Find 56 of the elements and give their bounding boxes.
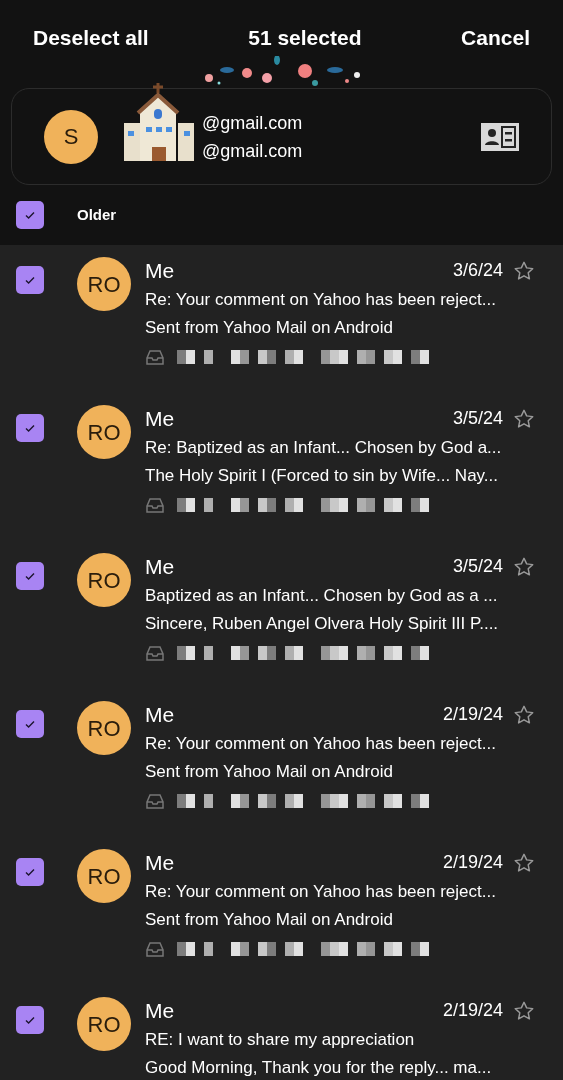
checkbox[interactable]: [16, 858, 44, 886]
inbox-icon: [145, 644, 165, 662]
sender-avatar: RO: [77, 701, 131, 755]
message-date: 2/19/24: [442, 999, 503, 1022]
cancel-button[interactable]: Cancel: [461, 22, 530, 54]
star-icon[interactable]: [513, 999, 535, 1022]
star-icon[interactable]: [513, 407, 535, 430]
sender-avatar: RO: [77, 405, 131, 459]
message-date: 3/6/24: [452, 259, 503, 282]
message-date: 3/5/24: [452, 555, 503, 578]
message-preview: The Holy Spirit I (Forced to sin by Wife... Nay...: [145, 465, 499, 487]
message-subject: RE: I want to share my appreciation: [145, 1029, 416, 1051]
message-subject: Re: Your comment on Yahoo has been reject...: [145, 881, 497, 903]
star-icon[interactable]: [513, 555, 535, 578]
checkbox[interactable]: [16, 562, 44, 590]
account-avatar: S: [44, 109, 98, 164]
checkbox[interactable]: [16, 266, 44, 294]
message-preview: Good Morning, Thank you for the reply... ma...: [145, 1057, 493, 1079]
message-preview: Sincere, Ruben Angel Olvera Holy Spirit III P....: [145, 613, 500, 635]
account-email: @gmail.com: [202, 139, 303, 163]
deselect-all-button[interactable]: Deselect all: [33, 22, 149, 54]
sender-name: Me: [145, 701, 175, 728]
sender-name: Me: [145, 405, 175, 432]
sender-name: Me: [145, 997, 175, 1024]
section-heading: Older: [77, 204, 117, 225]
message-preview: Sent from Yahoo Mail on Android: [145, 761, 394, 783]
checkbox[interactable]: [16, 201, 44, 229]
inbox-icon: [145, 940, 165, 958]
message-date: 2/19/24: [442, 851, 503, 874]
star-icon[interactable]: [513, 259, 535, 282]
message-date: 2/19/24: [442, 703, 503, 726]
message-subject: Re: Your comment on Yahoo has been reject...: [145, 289, 497, 311]
message-preview: Sent from Yahoo Mail on Android: [145, 909, 394, 931]
message-date: 3/5/24: [452, 407, 503, 430]
inbox-icon: [145, 348, 165, 366]
sender-avatar: RO: [77, 553, 131, 607]
checkbox[interactable]: [16, 710, 44, 738]
message-subject: Re: Your comment on Yahoo has been reject...: [145, 733, 497, 755]
inbox-icon: [145, 792, 165, 810]
star-icon[interactable]: [513, 703, 535, 726]
checkbox[interactable]: [16, 1006, 44, 1034]
message-subject: Re: Baptized as an Infant... Chosen by God a...: [145, 437, 503, 459]
contact-card-icon[interactable]: [481, 122, 519, 151]
sender-name: Me: [145, 553, 175, 580]
selection-count: 51 selected: [248, 25, 362, 52]
sender-avatar: RO: [77, 997, 131, 1051]
sender-name: Me: [145, 257, 175, 284]
inbox-icon: [145, 496, 165, 514]
star-icon[interactable]: [513, 851, 535, 874]
sender-avatar: RO: [77, 849, 131, 903]
sender-name: Me: [145, 849, 175, 876]
checkbox[interactable]: [16, 414, 44, 442]
sender-avatar: RO: [77, 257, 131, 311]
message-preview: Sent from Yahoo Mail on Android: [145, 317, 394, 339]
message-subject: Baptized as an Infant... Chosen by God as a ...: [145, 585, 499, 607]
account-email: @gmail.com: [202, 111, 303, 135]
